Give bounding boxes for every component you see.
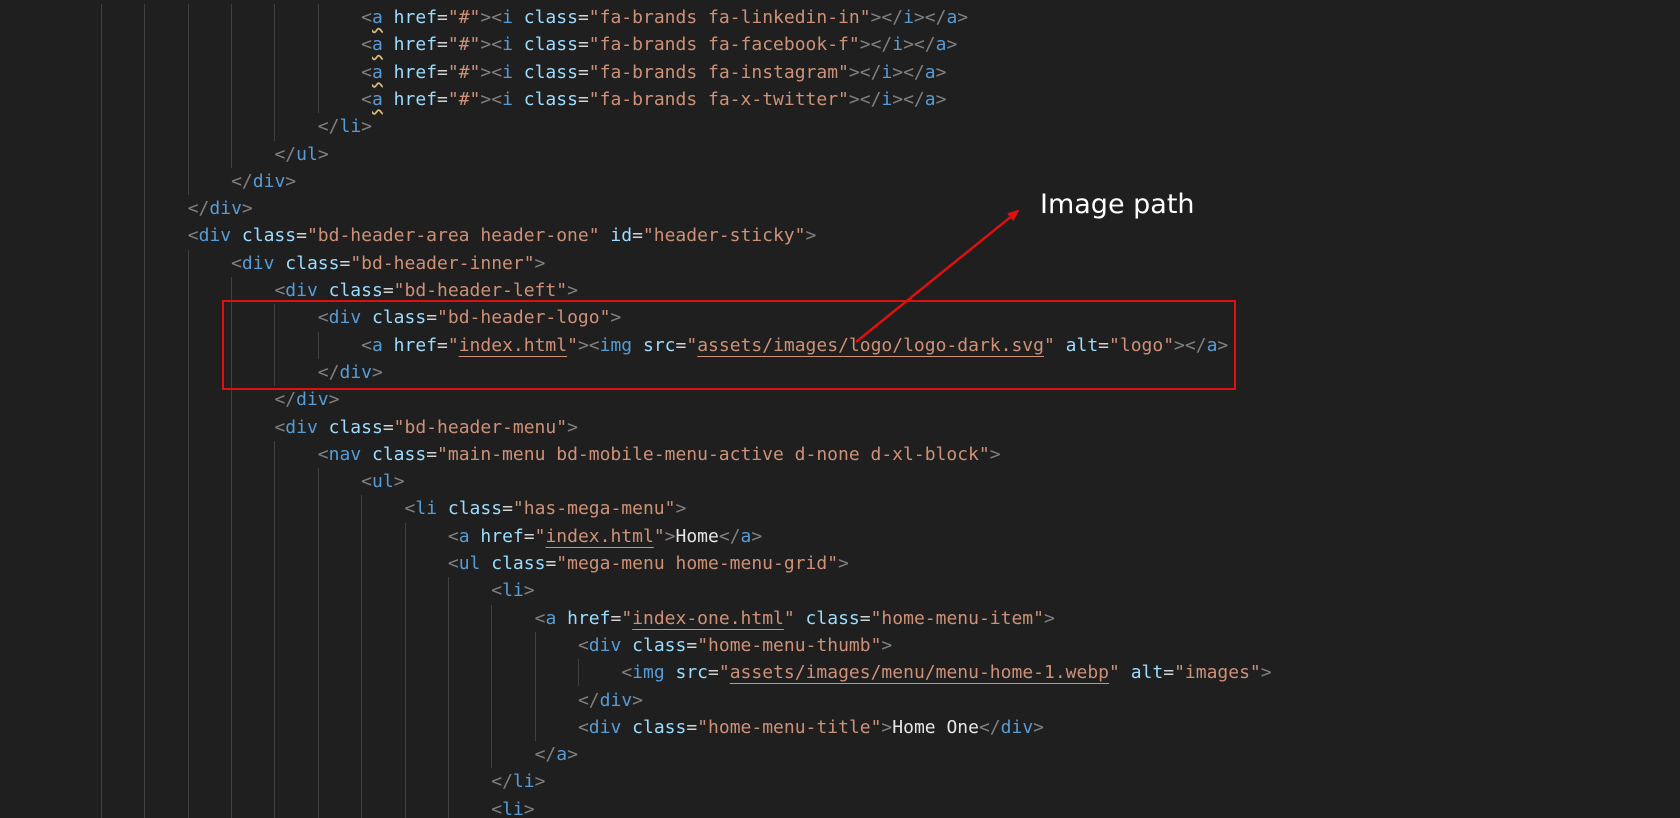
annotation-label: Image path bbox=[1040, 189, 1195, 220]
code-editor[interactable]: <a href="#"><i class="fa-brands fa-linke… bbox=[0, 0, 1680, 818]
annotation-arrow bbox=[855, 209, 1020, 343]
arrow-line bbox=[855, 209, 1020, 343]
